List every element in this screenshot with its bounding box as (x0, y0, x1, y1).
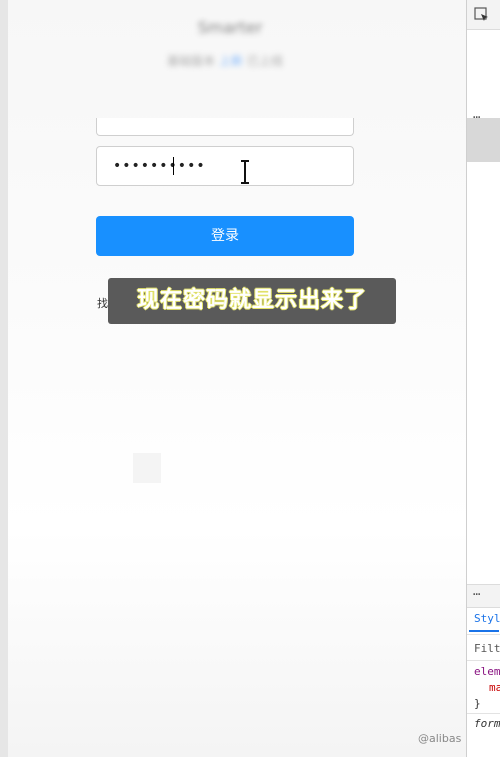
subtitle-text-2: 已上线 (246, 54, 283, 68)
faded-image (133, 453, 161, 483)
watermark: @alibas (418, 732, 462, 745)
web-page: Smarter 基础版本 上新 已上线 •••••••••• 登录 找 现在密码… (0, 0, 466, 757)
more-options-icon[interactable]: ⋯ (473, 110, 480, 124)
separator (467, 713, 500, 714)
subtitle-link[interactable]: 上新 (219, 54, 243, 68)
ibeam-cursor-icon (241, 160, 249, 184)
devtools-lower-toolbar (467, 584, 500, 608)
inspect-element-icon[interactable] (474, 7, 490, 23)
separator (467, 660, 500, 661)
username-field[interactable] (96, 118, 354, 136)
separator (467, 634, 500, 635)
form-style-rule[interactable]: form (474, 717, 500, 730)
devtools-toolbar (467, 0, 500, 30)
styles-filter-input[interactable]: Filter (474, 642, 500, 655)
video-caption: 现在密码就显示出来了 (108, 278, 396, 324)
rule-close-brace: } (474, 697, 481, 710)
more-tabs-icon[interactable]: ⋯ (473, 587, 480, 601)
subtitle-text-1: 基础版本 (167, 54, 216, 68)
forgot-password-link[interactable]: 找 (97, 295, 108, 311)
element-style-rule[interactable]: element.style { (474, 665, 500, 678)
style-property[interactable]: ma (489, 681, 500, 694)
password-field[interactable]: •••••••••• (96, 146, 354, 186)
text-caret (173, 157, 174, 175)
page-title: Smarter (197, 18, 263, 37)
login-button[interactable]: 登录 (96, 216, 354, 256)
tab-styles[interactable]: Styles (474, 612, 500, 625)
page-subtitle: 基础版本 上新 已上线 (135, 52, 315, 74)
tab-styles-underline (469, 630, 499, 632)
page-left-edge (0, 0, 8, 757)
selected-dom-node[interactable] (467, 118, 500, 162)
devtools-panel: ⋯ ⋯ Styles Filter element.style { ma } f… (466, 0, 500, 757)
